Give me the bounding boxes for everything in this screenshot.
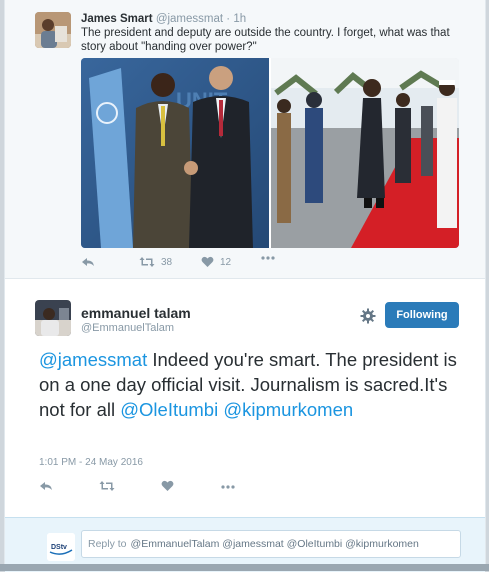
like-button[interactable]: 12 — [201, 256, 231, 268]
more-icon — [221, 485, 235, 489]
following-button[interactable]: Following — [385, 302, 459, 328]
like-count: 12 — [220, 256, 232, 268]
mention-link[interactable]: @kipmurkomen — [223, 399, 353, 420]
avatar[interactable] — [35, 300, 71, 336]
parent-tweet-text: The president and deputy are outside the… — [81, 27, 450, 53]
more-icon — [261, 256, 275, 260]
reply-icon — [40, 482, 52, 490]
tweet-time[interactable]: 1h — [233, 13, 246, 25]
author-handle[interactable]: @EmmanuelTalam — [81, 322, 174, 334]
heart-icon — [201, 256, 214, 267]
more-button[interactable] — [261, 256, 275, 260]
mention-link[interactable]: @jamessmat — [39, 349, 147, 370]
avatar-image — [35, 300, 71, 336]
avatar-image — [35, 12, 71, 48]
photo-red-carpet[interactable] — [271, 58, 459, 248]
reply-icon — [82, 258, 94, 266]
focused-tweet-text: @jamessmat Indeed you're smart. The pres… — [39, 347, 469, 422]
retweet-icon — [99, 481, 115, 491]
reply-input[interactable]: Reply to @EmmanuelTalam @jamessmat @OleI… — [81, 530, 461, 558]
mention-link[interactable]: @OleItumbi — [120, 399, 218, 420]
avatar[interactable]: DStv — [47, 533, 75, 561]
dstv-logo: DStv — [47, 533, 75, 561]
window-bottom-edge — [0, 564, 489, 571]
retweet-button[interactable] — [99, 480, 115, 492]
reply-prefix: Reply to — [88, 538, 127, 550]
photo-handshake[interactable]: UNIT Ma — [81, 58, 269, 248]
reply-button[interactable] — [39, 480, 53, 492]
tweet-timestamp[interactable]: 1:01 PM - 24 May 2016 — [39, 457, 143, 468]
avatar[interactable] — [35, 12, 71, 48]
heart-icon — [161, 480, 174, 491]
separator: · — [226, 13, 231, 25]
retweet-count: 38 — [161, 256, 173, 268]
gear-icon[interactable] — [360, 308, 376, 324]
parent-tweet-header: James Smart @jamessmat · 1h — [81, 12, 246, 26]
retweet-icon — [139, 257, 155, 267]
reply-button[interactable] — [81, 256, 95, 268]
like-button[interactable] — [161, 480, 174, 492]
tweet-conversation-panel: James Smart @jamessmat · 1h The presiden… — [4, 0, 486, 572]
author-handle[interactable]: @jamessmat — [156, 13, 223, 25]
reply-recipients: @EmmanuelTalam @jamessmat @OleItumbi @ki… — [130, 538, 419, 550]
retweet-button[interactable]: 38 — [139, 256, 172, 268]
tweet-media[interactable]: UNIT Ma — [81, 58, 459, 248]
parent-tweet[interactable]: James Smart @jamessmat · 1h The presiden… — [5, 0, 485, 279]
author-name[interactable]: emmanuel talam — [81, 305, 191, 321]
author-name[interactable]: James Smart — [81, 13, 153, 25]
dstv-logo-text: DStv — [51, 544, 67, 551]
more-button[interactable] — [221, 485, 235, 489]
